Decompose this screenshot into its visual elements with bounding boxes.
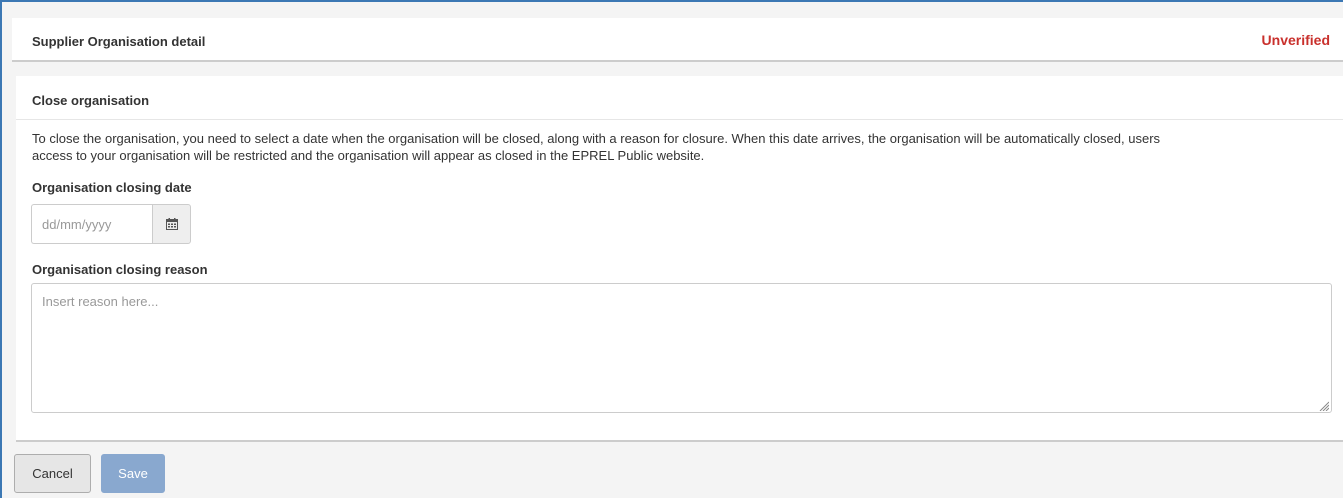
calendar-button[interactable] [152,204,191,244]
closing-date-picker [31,204,191,244]
calendar-icon [165,218,178,230]
page-title: Supplier Organisation detail [32,34,206,49]
page-header: Supplier Organisation detail Unverified [12,18,1343,62]
closing-reason-textarea[interactable] [31,283,1332,413]
closing-date-input[interactable] [31,204,152,244]
app-frame: Supplier Organisation detail Unverified … [0,0,1343,498]
cancel-button[interactable]: Cancel [14,454,91,493]
panel-title: Close organisation [32,93,150,108]
closing-reason-label: Organisation closing reason [32,262,208,277]
status-badge: Unverified [1261,32,1330,48]
resize-handle-icon[interactable] [1319,401,1329,411]
intro-line-2: access to your organisation will be rest… [32,148,705,163]
close-organisation-panel: Close organisation To close the organisa… [16,76,1343,442]
intro-line-1: To close the organisation, you need to s… [32,131,1161,146]
panel-heading: Close organisation [16,76,1343,120]
closing-date-label: Organisation closing date [32,180,192,195]
intro-text: To close the organisation, you need to s… [32,130,1332,164]
save-button[interactable]: Save [101,454,165,493]
